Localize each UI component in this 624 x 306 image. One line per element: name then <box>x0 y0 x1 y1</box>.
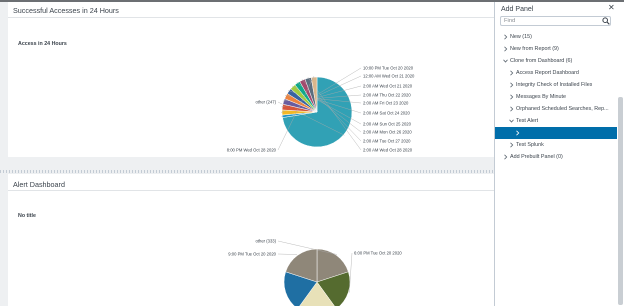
chevron-right-icon <box>516 130 520 136</box>
pie-slice-label: 10:00 PM Tue Oct 20 2020 <box>363 66 414 71</box>
tree-item[interactable]: Test Splunk <box>495 139 617 151</box>
chevron-right-icon <box>510 106 514 112</box>
tree-item-label: Messages By Minute <box>516 94 567 100</box>
tree-item-label: Integrity Check of Installed Files <box>516 82 593 88</box>
tree-item-label: New from Report (9) <box>510 46 559 52</box>
chevron-right-icon <box>504 46 508 52</box>
panel-successful-accesses: Successful Accesses in 24 Hours Access i… <box>8 2 494 157</box>
pie-slice-label: 2:00 AM Sat Oct 24 2020 <box>363 111 410 116</box>
add-panel-sidebar: Add Panel ✕ New (15) New from Report (9) C… <box>494 2 624 306</box>
tree-item[interactable] <box>495 127 617 139</box>
pie-slice-label: 8:00 PM Wed Oct 28 2020 <box>227 148 277 153</box>
pie-slice-label: 6:00 PM Tue Oct 20 2020 <box>354 251 402 256</box>
tree-item-label: Add Prebuilt Panel (0) <box>510 154 563 160</box>
chevron-right-icon <box>510 142 514 148</box>
tree-item[interactable]: Orphaned Scheduled Searches, Rep... <box>495 103 617 115</box>
pie-slice-label: 2:00 AM Fri Oct 23 2020 <box>363 101 409 106</box>
pie-slice-label: 2:00 AM Thu Oct 22 2020 <box>363 93 411 98</box>
pie-leader-line <box>349 252 353 293</box>
pie-slice-label: 2:00 AM Tue Oct 27 2020 <box>363 139 411 144</box>
panel-tree: New (15) New from Report (9) Clone from Da… <box>495 31 617 163</box>
tree-item[interactable]: Messages By Minute <box>495 91 617 103</box>
tree-item[interactable]: Access Report Dashboard <box>495 67 617 79</box>
chevron-right-icon <box>504 154 508 160</box>
pie-slice-label: 2:00 AM Wed Oct 28 2020 <box>363 148 413 153</box>
search-icon <box>602 17 610 25</box>
chevron-right-icon <box>504 34 508 40</box>
tree-item-label: Access Report Dashboard <box>516 70 579 76</box>
search-input[interactable] <box>500 16 611 26</box>
pie-chart-access[interactable]: other (247) 10:00 PM Tue Oct 20 2020 12:00… <box>8 2 494 157</box>
tree-item-label: Test Splunk <box>516 142 544 148</box>
pie-leader-line <box>277 253 298 255</box>
tree-category[interactable]: New (15) <box>495 31 617 43</box>
tree-item-label: Orphaned Scheduled Searches, Rep... <box>516 106 609 112</box>
pie-slice-label: 2:00 AM Sun Oct 25 2020 <box>363 122 412 127</box>
pie-slice-label: other (333) <box>256 239 277 244</box>
pie-chart-alert[interactable]: other (333) 6:00 PM Tue Oct 20 2020 9:00 P… <box>8 174 494 306</box>
pie-slice-label: 2:00 AM Mon Oct 26 2020 <box>363 130 412 135</box>
tree-category[interactable]: New from Report (9) <box>495 43 617 55</box>
chevron-down-icon <box>509 119 514 123</box>
tree-item-label: Test Alert <box>516 118 539 124</box>
tree-category[interactable]: Add Prebuilt Panel (0) <box>495 151 617 163</box>
pie-slice-label: 12:00 AM Wed Oct 21 2020 <box>363 74 415 79</box>
tree-item[interactable]: Integrity Check of Installed Files <box>495 79 617 91</box>
chevron-down-icon <box>503 59 508 63</box>
tree-item[interactable]: Test Alert <box>495 115 617 127</box>
pie-slice-label: other (247) <box>256 100 277 105</box>
chevron-right-icon <box>510 82 514 88</box>
tree-item-label: Clone from Dashboard (6) <box>510 58 573 64</box>
scrollbar[interactable] <box>618 97 623 305</box>
tree-category[interactable]: Clone from Dashboard (6) <box>495 55 617 67</box>
sidebar-title: Add Panel <box>501 6 534 13</box>
tree-item-label: New (15) <box>510 34 532 40</box>
panel-alert-dashboard: Alert Dashboard No title other (333) 6:00… <box>8 174 494 306</box>
chevron-right-icon <box>510 70 514 76</box>
row-drag-handle[interactable] <box>0 170 494 173</box>
pie-slice-label: 9:00 PM Tue Oct 20 2020 <box>228 252 276 257</box>
dashboard-area: Successful Accesses in 24 Hours Access i… <box>0 2 494 306</box>
pie-slice-label: 2:00 AM Wed Oct 21 2020 <box>363 84 413 89</box>
close-icon[interactable]: ✕ <box>608 3 615 12</box>
chevron-right-icon <box>510 94 514 100</box>
